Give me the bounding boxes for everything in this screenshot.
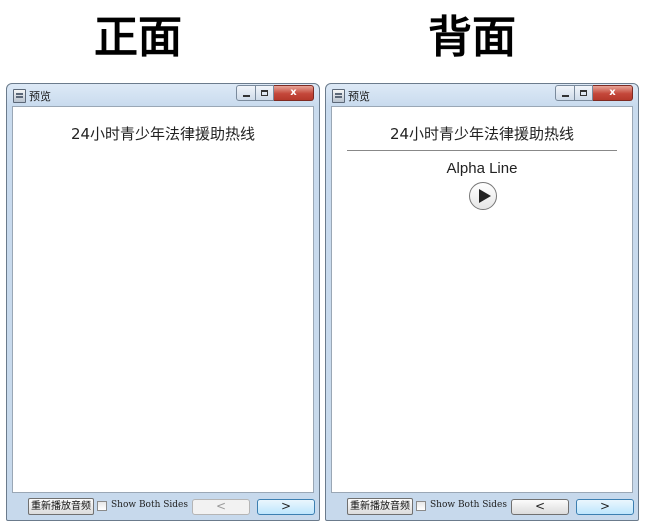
close-button[interactable]: x xyxy=(593,85,633,101)
card-preview-area: 24小时青少年法律援助热线 Alpha Line xyxy=(331,106,633,493)
replay-audio-button[interactable]: 重新播放音频 xyxy=(347,498,413,515)
show-both-sides-label[interactable]: Show Both Sides xyxy=(111,500,188,510)
minimize-icon xyxy=(561,95,569,97)
maximize-button[interactable] xyxy=(575,85,593,101)
title-bar[interactable]: 预览 x xyxy=(7,84,319,106)
minimize-button[interactable] xyxy=(236,85,256,101)
maximize-icon xyxy=(261,90,268,96)
back-caption: 背面 xyxy=(428,12,516,63)
card-answer: Alpha Line xyxy=(446,160,518,177)
maximize-icon xyxy=(580,90,587,96)
prev-button[interactable]: < xyxy=(192,499,250,515)
front-caption: 正面 xyxy=(94,12,182,63)
bottom-bar: 重新播放音频 Show Both Sides < > xyxy=(7,495,319,519)
next-button[interactable]: > xyxy=(257,499,315,515)
next-button[interactable]: > xyxy=(576,499,634,515)
close-button[interactable]: x xyxy=(274,85,314,101)
window-title: 预览 xyxy=(348,90,370,103)
window-title: 预览 xyxy=(29,90,51,103)
close-icon: x xyxy=(290,87,297,98)
bottom-bar: 重新播放音频 Show Both Sides < > xyxy=(326,495,638,519)
replay-audio-button[interactable]: 重新播放音频 xyxy=(28,498,94,515)
maximize-button[interactable] xyxy=(256,85,274,101)
prev-button[interactable]: < xyxy=(511,499,569,515)
window-controls: x xyxy=(236,85,314,101)
answer-divider xyxy=(347,150,617,151)
window-controls: x xyxy=(555,85,633,101)
window-app-icon xyxy=(13,89,26,103)
card-preview-area: 24小时青少年法律援助热线 xyxy=(12,106,314,493)
minimize-button[interactable] xyxy=(555,85,575,101)
close-icon: x xyxy=(609,87,616,98)
preview-window-back: 预览 x 24小时青少年法律援助热线 Alpha Line 重新播放音频 Sho… xyxy=(325,83,639,521)
window-app-icon xyxy=(332,89,345,103)
card-question: 24小时青少年法律援助热线 xyxy=(70,125,256,143)
preview-window-front: 预览 x 24小时青少年法律援助热线 重新播放音频 Show Both Side… xyxy=(6,83,320,521)
minimize-icon xyxy=(242,95,250,97)
play-audio-icon[interactable] xyxy=(469,182,497,210)
show-both-sides-checkbox[interactable] xyxy=(97,501,107,511)
show-both-sides-label[interactable]: Show Both Sides xyxy=(430,500,507,510)
show-both-sides-checkbox[interactable] xyxy=(416,501,426,511)
title-bar[interactable]: 预览 x xyxy=(326,84,638,106)
card-question: 24小时青少年法律援助热线 xyxy=(389,125,575,143)
